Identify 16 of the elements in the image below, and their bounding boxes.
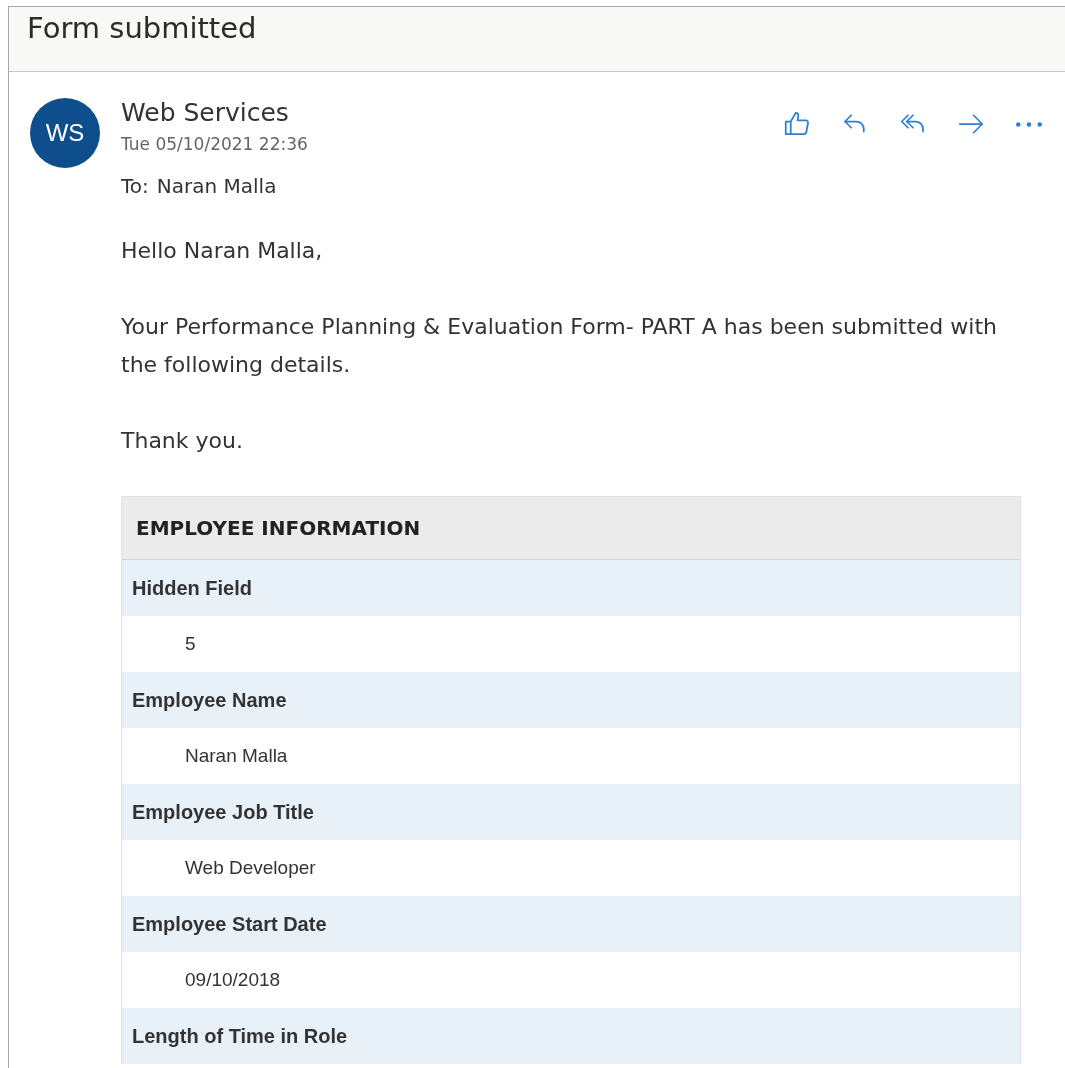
message-paragraph: Hello Naran Malla, xyxy=(121,237,324,265)
field-label: Employee Start Date xyxy=(122,896,1020,952)
to-label: To: xyxy=(121,174,149,198)
field-label: Employee Name xyxy=(122,672,1020,728)
table-heading: EMPLOYEE INFORMATION xyxy=(122,497,1020,560)
field-label: Length of Time in Role xyxy=(122,1008,1020,1064)
sender-name: Web Services xyxy=(121,98,290,128)
sender-avatar: WS xyxy=(30,98,100,168)
ellipsis-icon xyxy=(1016,121,1042,127)
message-date: Tue 05/10/2021 22:36 xyxy=(121,134,308,154)
window-title: Form submitted xyxy=(27,11,257,45)
field-label: Employee Job Title xyxy=(122,784,1020,840)
message-paragraph: Thank you. xyxy=(121,427,244,455)
recipient-name: Naran Malla xyxy=(156,174,277,198)
field-label: Hidden Field xyxy=(122,560,1020,616)
message-paragraph: Your Performance Planning & Evaluation Form- PART A has been submitted with the following details. xyxy=(121,313,998,379)
